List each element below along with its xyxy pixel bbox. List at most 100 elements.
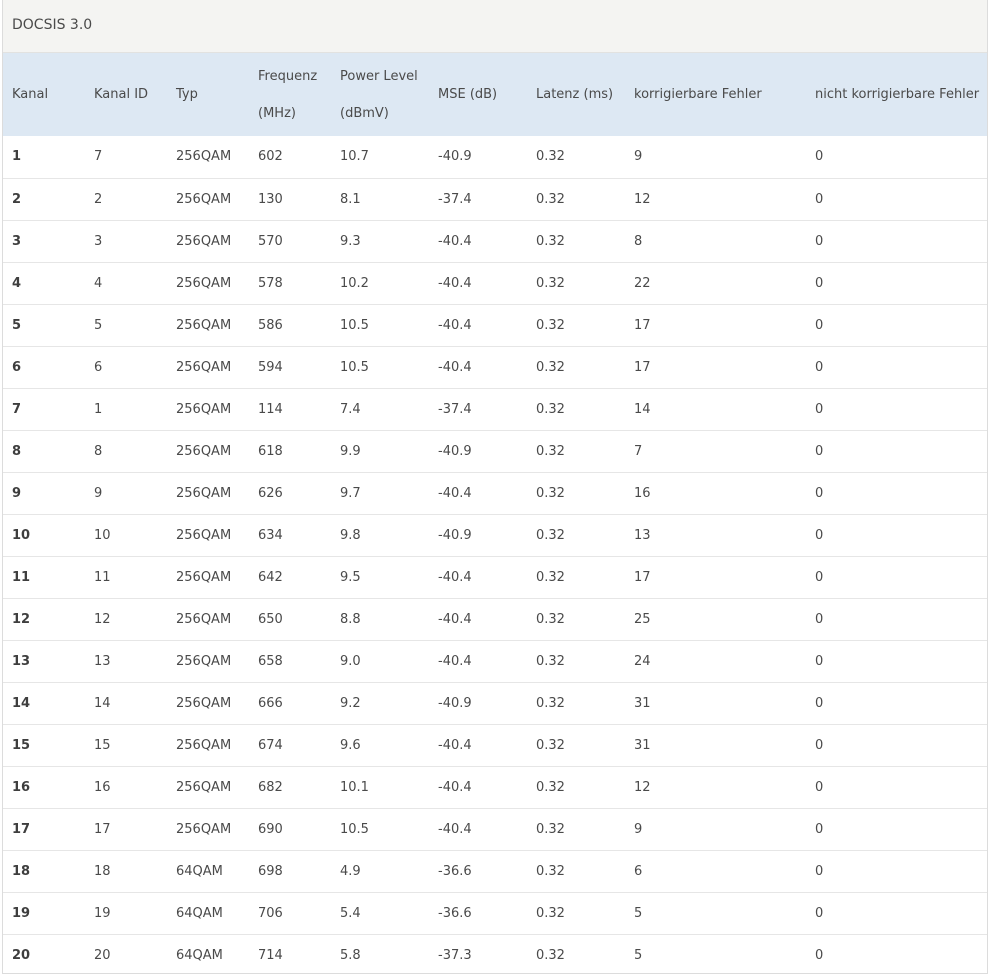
cell-mse: -40.9	[438, 695, 472, 711]
cell-power-level: 7.4	[340, 401, 361, 417]
cell-korrigierbare-fehler: 17	[634, 569, 651, 585]
cell-frequenz: 706	[258, 905, 283, 921]
cell-korrigierbare-fehler: 24	[634, 653, 651, 669]
cell-mse: -40.4	[438, 779, 472, 795]
cell-frequenz: 618	[258, 443, 283, 459]
cell-kanal-id: 14	[94, 695, 111, 711]
cell-typ: 64QAM	[176, 905, 223, 921]
table-row: 7 1 256QAM 114 7.4 -37.4 0.32 14 0	[3, 388, 987, 430]
table-header: Kanal Kanal ID Typ Frequenz (MHz) Power Level…	[3, 53, 987, 136]
cell-korrigierbare-fehler: 17	[634, 317, 651, 333]
cell-korrigierbare-fehler: 14	[634, 401, 651, 417]
cell-frequenz: 650	[258, 611, 283, 627]
cell-nicht-korrigierbare-fehler: 0	[815, 611, 824, 627]
cell-frequenz: 130	[258, 191, 283, 207]
table-row: 9 9 256QAM 626 9.7 -40.4 0.32 16 0	[3, 472, 987, 514]
cell-korrigierbare-fehler: 5	[634, 947, 643, 963]
cell-typ: 256QAM	[176, 485, 232, 501]
cell-kanal: 16	[12, 779, 31, 795]
cell-korrigierbare-fehler: 31	[634, 737, 651, 753]
cell-power-level: 10.1	[340, 779, 369, 795]
cell-nicht-korrigierbare-fehler: 0	[815, 779, 824, 795]
column-header-label: nicht korrigierbare Fehler	[815, 87, 980, 102]
table-row: 20 20 64QAM 714 5.8 -37.3 0.32 5 0	[3, 934, 987, 976]
cell-typ: 64QAM	[176, 863, 223, 879]
cell-frequenz: 626	[258, 485, 283, 501]
table-row: 13 13 256QAM 658 9.0 -40.4 0.32 24 0	[3, 640, 987, 682]
cell-typ: 256QAM	[176, 443, 232, 459]
cell-typ: 256QAM	[176, 821, 232, 837]
cell-korrigierbare-fehler: 12	[634, 779, 651, 795]
cell-kanal: 18	[12, 863, 31, 879]
cell-korrigierbare-fehler: 13	[634, 527, 651, 543]
cell-korrigierbare-fehler: 9	[634, 149, 643, 165]
cell-nicht-korrigierbare-fehler: 0	[815, 947, 824, 963]
cell-latenz: 0.32	[536, 149, 565, 165]
cell-kanal: 12	[12, 611, 31, 627]
cell-kanal-id: 3	[94, 233, 103, 249]
docsis-panel: DOCSIS 3.0 Kanal Kanal ID Typ Frequenz (MHz)…	[2, 0, 988, 974]
cell-mse: -40.9	[438, 149, 472, 165]
cell-kanal: 17	[12, 821, 31, 837]
cell-mse: -40.9	[438, 443, 472, 459]
cell-nicht-korrigierbare-fehler: 0	[815, 737, 824, 753]
cell-typ: 256QAM	[176, 737, 232, 753]
cell-korrigierbare-fehler: 6	[634, 863, 643, 879]
cell-latenz: 0.32	[536, 317, 565, 333]
column-header-mse: MSE (dB)	[429, 53, 527, 136]
table-row: 1 7 256QAM 602 10.7 -40.9 0.32 9 0	[3, 136, 987, 178]
cell-typ: 64QAM	[176, 947, 223, 963]
cell-nicht-korrigierbare-fehler: 0	[815, 317, 824, 333]
cell-nicht-korrigierbare-fehler: 0	[815, 275, 824, 291]
cell-kanal-id: 11	[94, 569, 111, 585]
cell-korrigierbare-fehler: 5	[634, 905, 643, 921]
table-row: 4 4 256QAM 578 10.2 -40.4 0.32 22 0	[3, 262, 987, 304]
cell-latenz: 0.32	[536, 569, 565, 585]
cell-typ: 256QAM	[176, 233, 232, 249]
cell-mse: -40.4	[438, 653, 472, 669]
cell-power-level: 9.9	[340, 443, 361, 459]
cell-latenz: 0.32	[536, 443, 565, 459]
column-header-label: Kanal	[12, 87, 49, 102]
cell-mse: -36.6	[438, 863, 472, 879]
cell-kanal-id: 8	[94, 443, 103, 459]
column-header-power-level: Power Level (dBmV)	[331, 53, 429, 136]
column-header-typ: Typ	[167, 53, 249, 136]
cell-power-level: 9.3	[340, 233, 361, 249]
cell-frequenz: 594	[258, 359, 283, 375]
cell-frequenz: 674	[258, 737, 283, 753]
cell-frequenz: 602	[258, 149, 283, 165]
cell-kanal: 3	[12, 233, 22, 249]
cell-kanal: 20	[12, 947, 31, 963]
header-row: Kanal Kanal ID Typ Frequenz (MHz) Power Level…	[3, 53, 987, 136]
cell-power-level: 4.9	[340, 863, 361, 879]
column-header-label: Kanal ID	[94, 87, 149, 102]
cell-kanal: 13	[12, 653, 31, 669]
cell-mse: -40.4	[438, 485, 472, 501]
cell-typ: 256QAM	[176, 527, 232, 543]
cell-mse: -40.4	[438, 317, 472, 333]
cell-power-level: 10.2	[340, 275, 369, 291]
cell-korrigierbare-fehler: 31	[634, 695, 651, 711]
table-row: 12 12 256QAM 650 8.8 -40.4 0.32 25 0	[3, 598, 987, 640]
table-row: 5 5 256QAM 586 10.5 -40.4 0.32 17 0	[3, 304, 987, 346]
cell-latenz: 0.32	[536, 527, 565, 543]
cell-typ: 256QAM	[176, 611, 232, 627]
table-row: 18 18 64QAM 698 4.9 -36.6 0.32 6 0	[3, 850, 987, 892]
cell-kanal-id: 2	[94, 191, 103, 207]
table-row: 14 14 256QAM 666 9.2 -40.9 0.32 31 0	[3, 682, 987, 724]
channel-table: Kanal Kanal ID Typ Frequenz (MHz) Power Level…	[3, 53, 987, 976]
cell-nicht-korrigierbare-fehler: 0	[815, 569, 824, 585]
cell-kanal: 4	[12, 275, 22, 291]
column-header-korrigierbare-fehler: korrigierbare Fehler	[625, 53, 806, 136]
column-header-latenz: Latenz (ms)	[527, 53, 625, 136]
cell-kanal-id: 7	[94, 149, 103, 165]
cell-kanal-id: 5	[94, 317, 103, 333]
table-row: 8 8 256QAM 618 9.9 -40.9 0.32 7 0	[3, 430, 987, 472]
cell-power-level: 5.4	[340, 905, 361, 921]
column-header-label: korrigierbare Fehler	[634, 87, 762, 102]
table-row: 3 3 256QAM 570 9.3 -40.4 0.32 8 0	[3, 220, 987, 262]
cell-kanal-id: 12	[94, 611, 111, 627]
cell-korrigierbare-fehler: 7	[634, 443, 643, 459]
cell-latenz: 0.32	[536, 275, 565, 291]
